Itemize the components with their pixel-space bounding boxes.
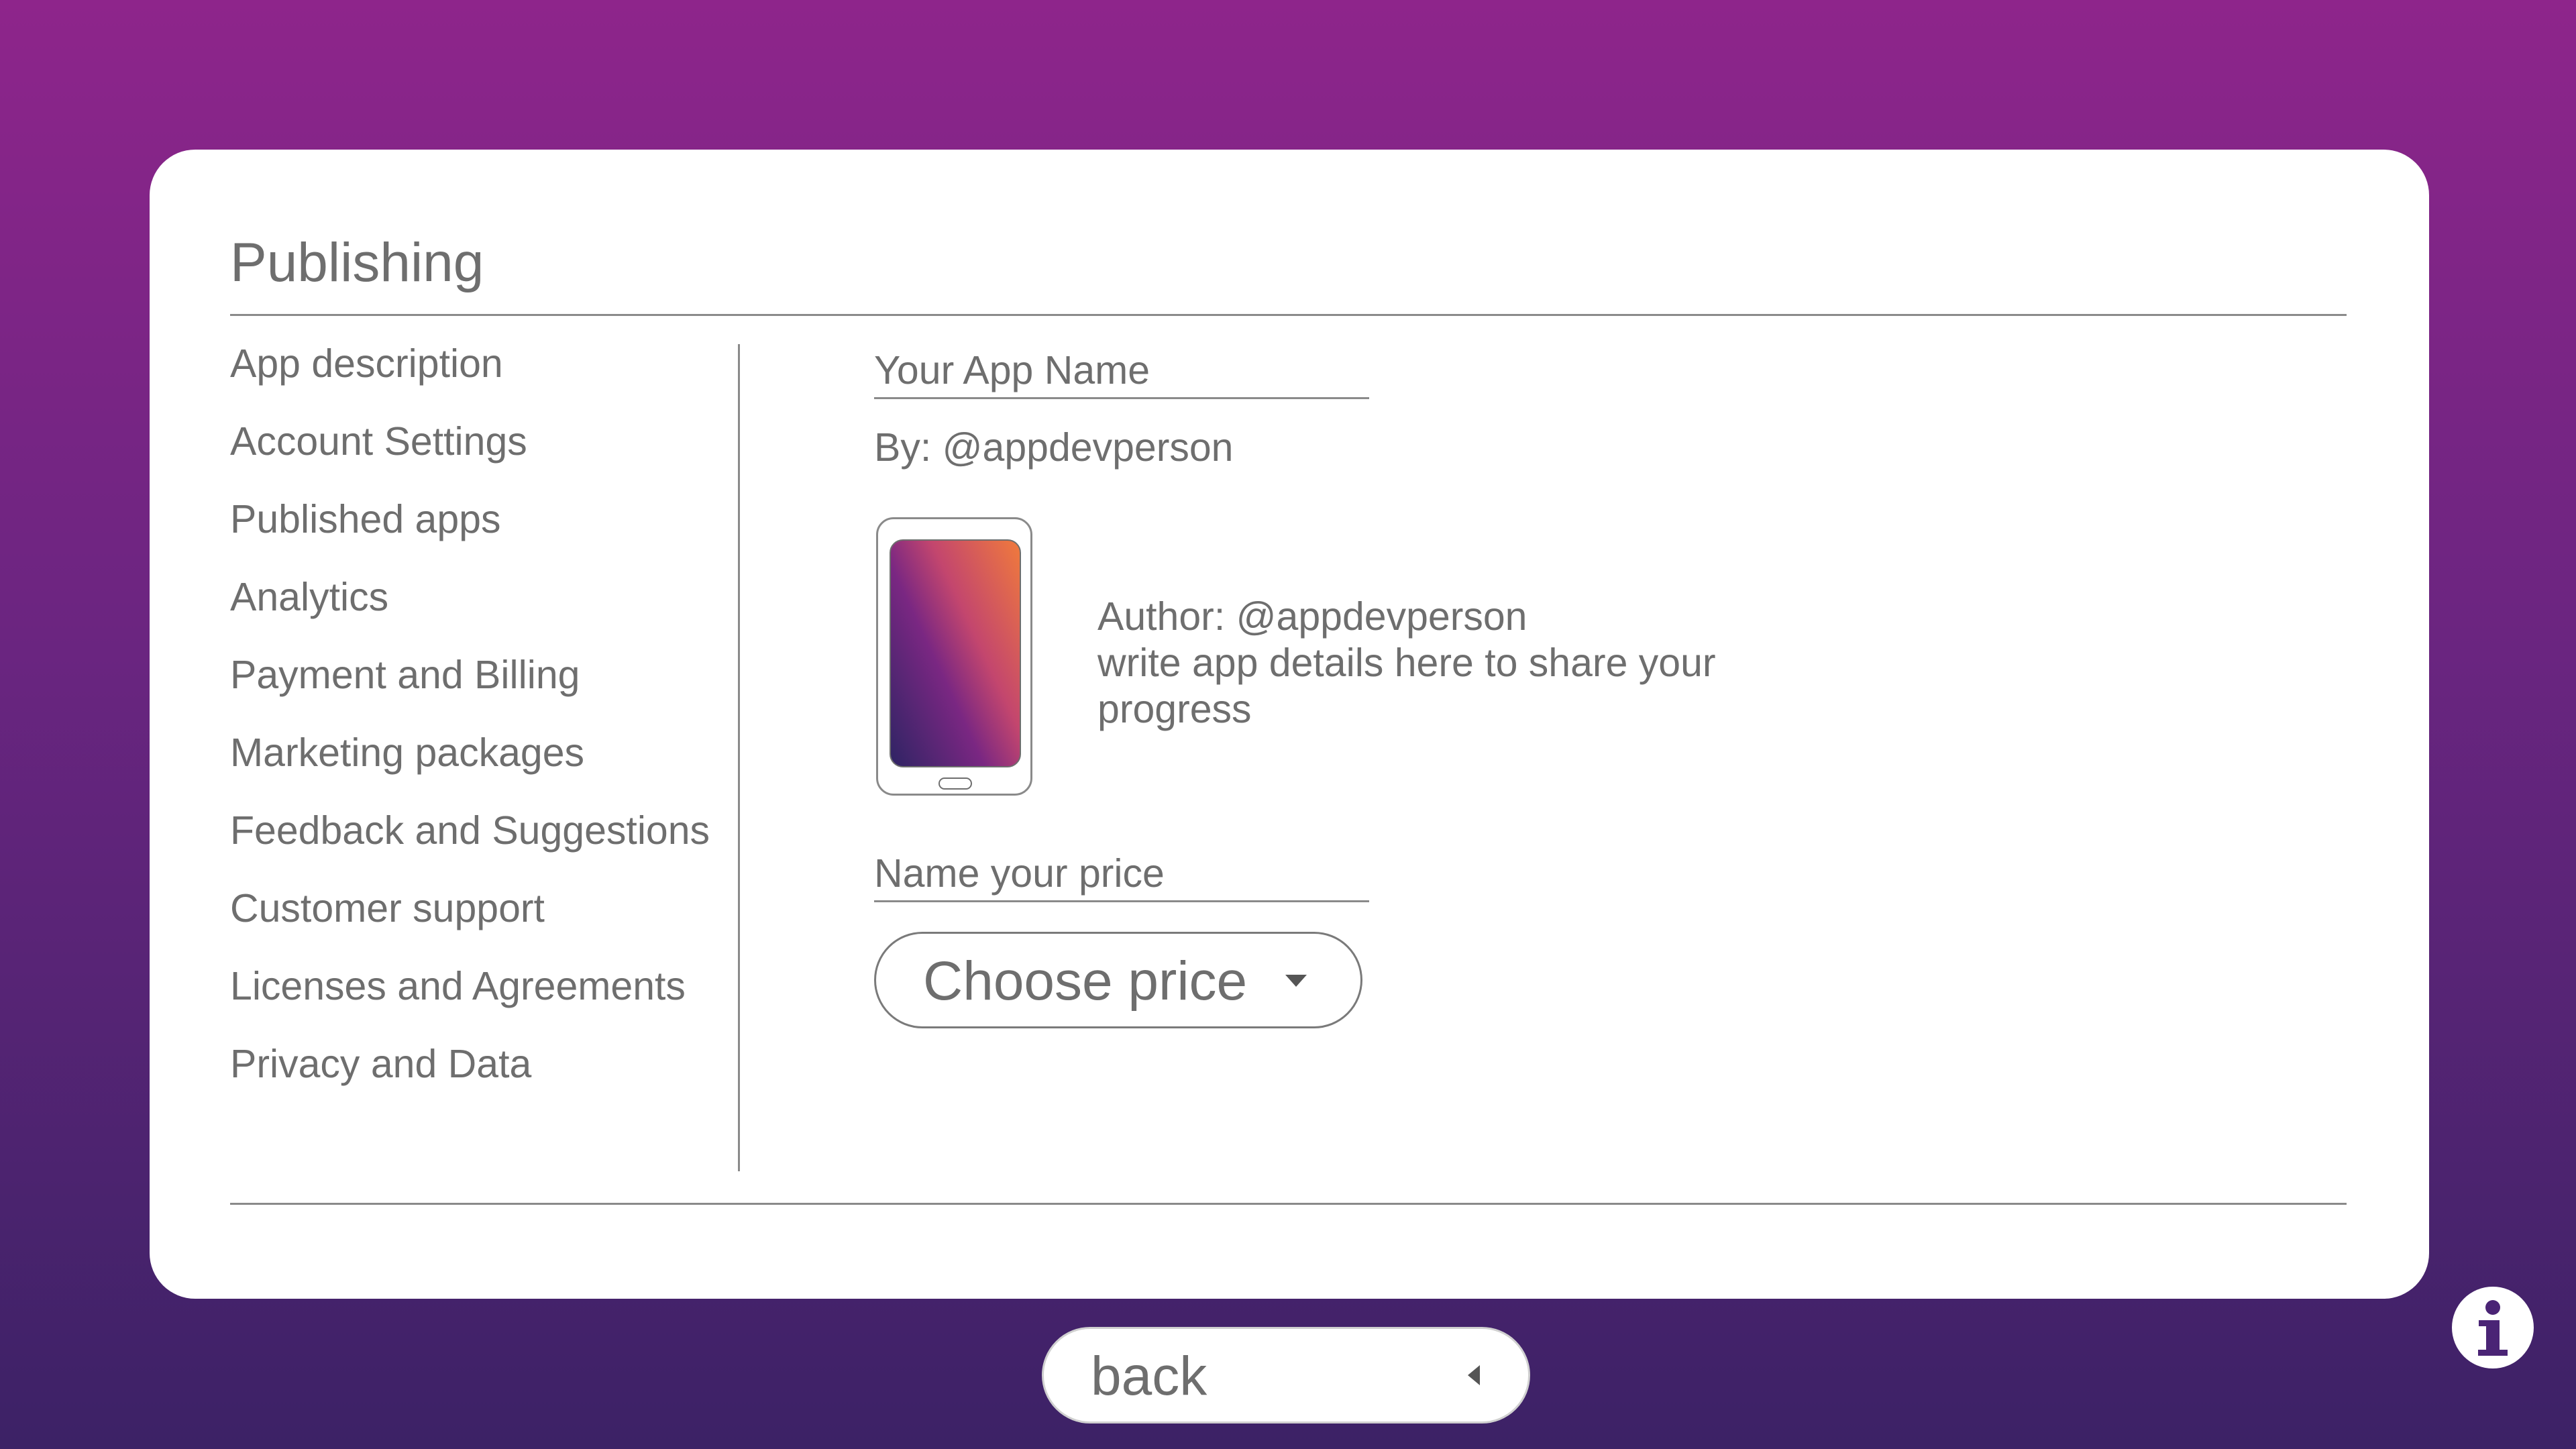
sidebar-item-app-description[interactable]: App description (230, 344, 807, 422)
price-name-field[interactable]: Name your price (874, 854, 1369, 902)
developer-byline: By: @appdevperson (874, 425, 1234, 470)
back-button-label: back (1091, 1346, 1208, 1407)
sidebar-item-privacy-and-data[interactable]: Privacy and Data (230, 1044, 807, 1122)
price-select-value: Choose price (923, 951, 1248, 1012)
sidebar-item-account-settings[interactable]: Account Settings (230, 422, 807, 500)
sidebar-item-licenses-and-agreements[interactable]: Licenses and Agreements (230, 967, 807, 1044)
details-line: write app details here to share your (1097, 641, 1716, 685)
sidebar-nav: App description Account Settings Publish… (230, 344, 807, 1122)
app-name-field[interactable]: Your App Name (874, 351, 1369, 399)
phone-home-button-icon (938, 777, 972, 790)
sidebar-item-published-apps[interactable]: Published apps (230, 500, 807, 578)
sidebar-item-payment-and-billing[interactable]: Payment and Billing (230, 655, 807, 733)
details-line: progress (1097, 687, 1252, 731)
app-details-text: Author: @appdevperson write app details … (1097, 594, 1802, 733)
page-title: Publishing (230, 232, 484, 293)
sidebar-item-marketing-packages[interactable]: Marketing packages (230, 733, 807, 811)
chevron-down-icon (1285, 975, 1307, 987)
phone-icon (876, 517, 1032, 796)
publishing-card: Publishing App description Account Setti… (150, 150, 2429, 1299)
info-icon-base (2478, 1350, 2508, 1356)
sidebar-item-analytics[interactable]: Analytics (230, 578, 807, 655)
back-button[interactable]: back (1042, 1327, 1530, 1424)
info-icon-dot (2485, 1300, 2500, 1315)
app-preview-screen (890, 539, 1021, 767)
sidebar-item-feedback-and-suggestions[interactable]: Feedback and Suggestions (230, 811, 807, 889)
info-button[interactable] (2452, 1287, 2534, 1368)
sidebar-item-customer-support[interactable]: Customer support (230, 889, 807, 967)
caret-left-icon (1468, 1365, 1480, 1385)
header-divider (230, 314, 2347, 316)
footer-divider (230, 1203, 2347, 1205)
sidebar-divider (738, 344, 740, 1171)
author-line: Author: @appdevperson (1097, 594, 1527, 639)
choose-price-dropdown[interactable]: Choose price (874, 932, 1362, 1028)
